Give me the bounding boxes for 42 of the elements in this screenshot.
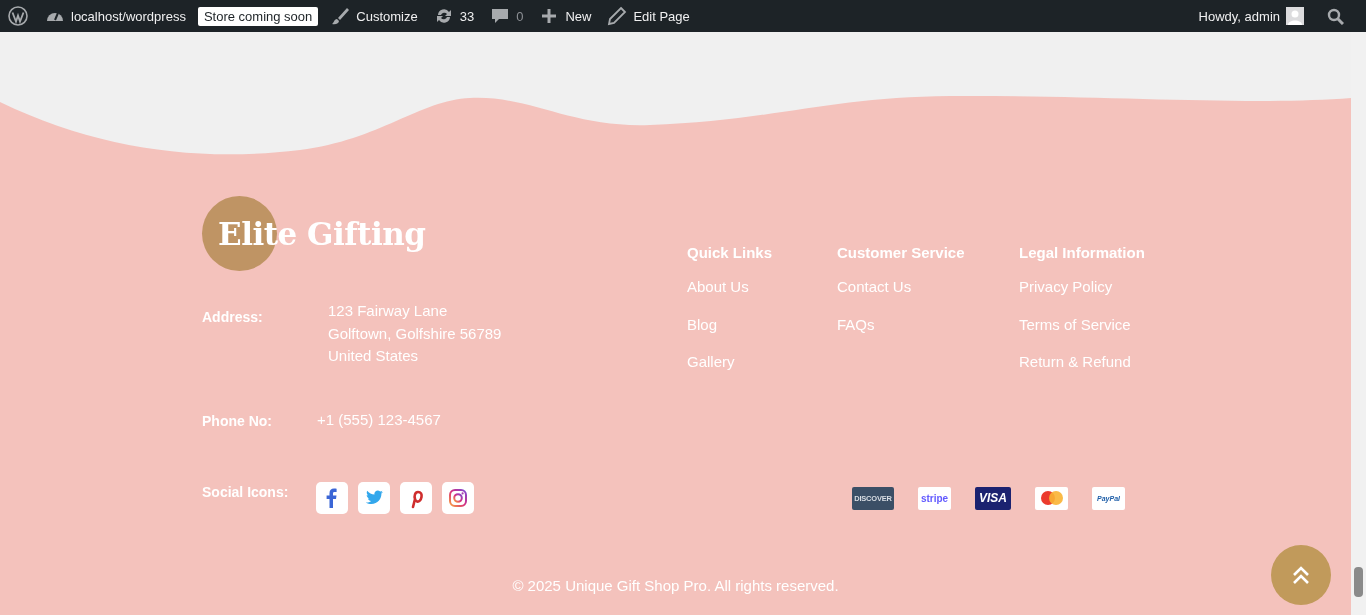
comments-link[interactable]: 0	[482, 0, 532, 32]
contact-text: 123 Fairway Lane	[328, 301, 449, 321]
column-heading: Quick Links	[687, 244, 773, 261]
customize-link[interactable]: Customize	[322, 0, 426, 32]
twitter-link[interactable]	[358, 482, 390, 514]
footer-link[interactable]: Terms of Service	[1019, 313, 1131, 336]
store-status-badge: Store coming soon	[197, 6, 319, 26]
copyright-text: © 2025 Unique Gift Shop Pro. All rights reserved.	[511, 577, 840, 594]
comment-icon	[490, 6, 511, 26]
contact-text: +1 (555) 123-4567	[317, 409, 441, 430]
edit-page-link[interactable]: Edit Page	[599, 0, 698, 32]
contact-text: Golftown, Golfshire 56789	[328, 323, 502, 344]
visa-card-logo: VISA	[975, 486, 1011, 510]
contact-label: Phone No:	[202, 411, 273, 431]
footer-link[interactable]: Blog	[687, 313, 718, 336]
site-name-link[interactable]: localhost/wordpress	[37, 0, 194, 32]
facebook-link[interactable]	[316, 482, 348, 514]
footer-link[interactable]: Privacy Policy	[1019, 276, 1113, 298]
footer-link[interactable]: About Us	[687, 276, 749, 298]
footer-link[interactable]: Gallery	[687, 351, 735, 373]
wordpress-logo-icon	[8, 6, 28, 26]
brush-icon	[330, 6, 351, 26]
stripe-logo: stripe	[918, 486, 951, 510]
footer-link[interactable]: FAQs	[837, 313, 875, 336]
footer-link[interactable]: Return & Refund	[1019, 351, 1131, 373]
mastercard-circles-icon	[1040, 491, 1063, 505]
column-heading: Customer Service	[837, 244, 965, 261]
camera-icon	[446, 486, 470, 510]
column-heading: Legal Information	[1019, 244, 1145, 261]
contact-label: Address:	[202, 308, 264, 327]
back-to-top-button[interactable]	[1271, 545, 1331, 605]
pencil-icon	[607, 6, 628, 26]
footer-link[interactable]: Contact Us	[837, 276, 912, 298]
pinterest-link[interactable]	[400, 482, 432, 514]
social-label: Social Icons:	[202, 483, 290, 500]
account-menu[interactable]: Howdy, admin	[1190, 0, 1312, 32]
search-icon	[1326, 7, 1344, 25]
updates-link[interactable]: 33	[425, 0, 483, 32]
contact-text: United States	[328, 346, 420, 366]
new-content-link[interactable]: New	[531, 0, 600, 32]
instagram-link[interactable]	[442, 482, 474, 514]
avatar-icon	[1286, 7, 1304, 25]
